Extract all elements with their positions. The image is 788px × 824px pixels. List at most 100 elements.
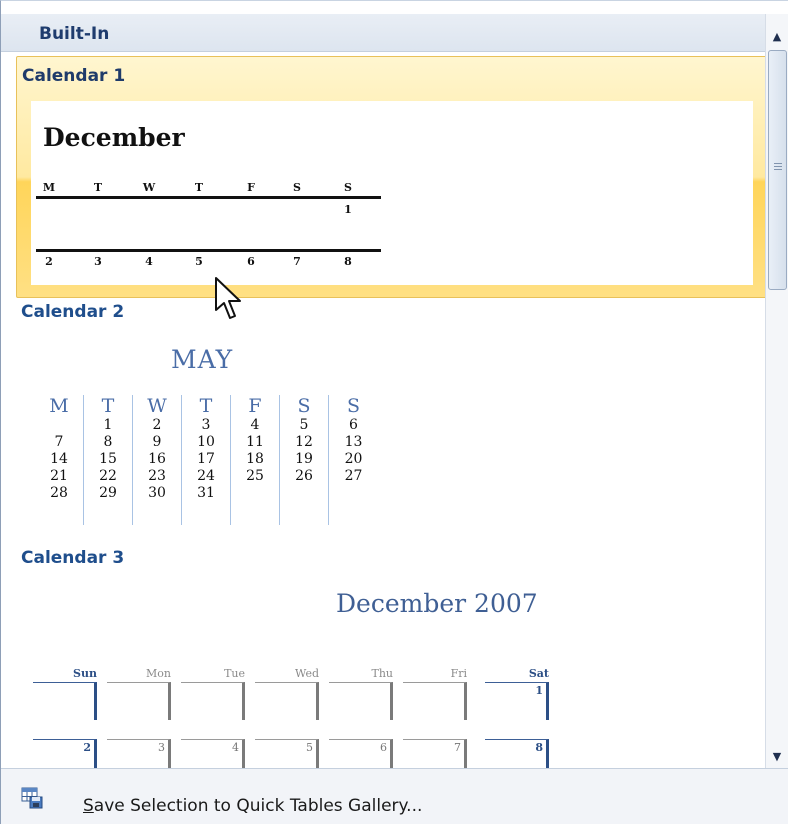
calendar-2-month: MAY bbox=[171, 345, 234, 374]
calendar-3-day-cell: 2 bbox=[33, 739, 97, 768]
calendar-2-date: 22 bbox=[99, 468, 117, 484]
calendar-3-date: 4 bbox=[232, 741, 239, 754]
calendar-2-date: 18 bbox=[246, 451, 264, 467]
calendar-1-date: 5 bbox=[195, 255, 203, 268]
calendar-3-day-cell: 4 bbox=[181, 739, 245, 768]
calendar-2-date: 16 bbox=[148, 451, 166, 467]
calendar-2-date: 17 bbox=[197, 451, 215, 467]
calendar-2-date: 12 bbox=[295, 434, 313, 450]
gallery-item-calendar-3[interactable]: December 2007 Sun 2 Mon 3 Tue 4 Wed 5 Thu 6 Fri 7 Sa… bbox=[29, 581, 751, 768]
calendar-3-date: 2 bbox=[83, 741, 91, 754]
calendar-2-date bbox=[231, 485, 279, 502]
calendar-2-date bbox=[280, 485, 328, 502]
grip-icon bbox=[774, 163, 782, 171]
calendar-3-day-cell bbox=[181, 682, 245, 720]
gallery-item-calendar-2[interactable]: MAY M 7 14 21 28 T 1 8 15 22 29 W 2 9 16 23 30 T 3 10 17 24 31… bbox=[29, 339, 751, 525]
calendar-1-date: 8 bbox=[344, 255, 352, 268]
scroll-thumb[interactable] bbox=[768, 50, 787, 290]
calendar-2-column: S 5 12 19 26 bbox=[280, 395, 329, 525]
calendar-2-date bbox=[329, 485, 378, 502]
calendar-3-day-cell: 3 bbox=[107, 739, 171, 768]
item-title-calendar-3: Calendar 3 bbox=[21, 548, 125, 568]
calendar-1-weekday: M bbox=[42, 181, 56, 194]
calendar-1-date: 7 bbox=[293, 255, 301, 268]
calendar-2-column: S 6 13 20 27 bbox=[329, 395, 378, 525]
scroll-down-arrow-icon[interactable]: ▼ bbox=[766, 744, 788, 768]
calendar-1-weekday: W bbox=[142, 181, 156, 194]
calendar-2-column: M 7 14 21 28 bbox=[35, 395, 84, 525]
calendar-1-month: December bbox=[43, 123, 185, 152]
calendar-2-date: 7 bbox=[54, 434, 64, 450]
calendar-3-date: 1 bbox=[535, 684, 543, 697]
calendar-3-day-cell bbox=[329, 682, 393, 720]
calendar-1-weekday: S bbox=[344, 181, 352, 194]
calendar-1-weekday: S bbox=[293, 181, 301, 194]
calendar-1-date: 6 bbox=[247, 255, 255, 268]
calendar-1-date: 4 bbox=[145, 255, 153, 268]
calendar-2-column: F 4 11 18 25 bbox=[231, 395, 280, 525]
calendar-2-date: 11 bbox=[246, 434, 264, 450]
calendar-1-date: 1 bbox=[344, 203, 352, 216]
calendar-2-date: 26 bbox=[295, 468, 313, 484]
calendar-2-date: 24 bbox=[197, 468, 215, 484]
calendar-1-rule bbox=[36, 249, 381, 252]
calendar-2-column: T 3 10 17 24 31 bbox=[182, 395, 231, 525]
calendar-2-weekday: T bbox=[101, 395, 115, 417]
calendar-2-date: 27 bbox=[344, 468, 363, 484]
item-title-calendar-2: Calendar 2 bbox=[21, 302, 125, 322]
calendar-3-day-cell: 1 bbox=[485, 682, 549, 720]
vertical-scrollbar[interactable]: ▲ ▼ bbox=[765, 14, 788, 768]
calendar-3-date: 8 bbox=[535, 741, 543, 754]
calendar-2-date: 10 bbox=[197, 434, 215, 450]
calendar-2-date: 5 bbox=[299, 417, 309, 433]
calendar-2-weekday: M bbox=[49, 395, 69, 417]
calendar-2-weekday: F bbox=[248, 395, 262, 417]
calendar-3-weekday: Mon bbox=[146, 667, 171, 680]
calendar-2-weekday: S bbox=[297, 395, 311, 417]
calendar-2-date: 2 bbox=[152, 417, 162, 433]
calendar-2-date bbox=[35, 417, 83, 434]
mouse-pointer-icon bbox=[215, 277, 241, 319]
quick-tables-save-icon bbox=[21, 787, 43, 809]
calendar-2-date: 30 bbox=[148, 485, 166, 501]
calendar-2-column: W 2 9 16 23 30 bbox=[133, 395, 182, 525]
calendar-3-weekday: Wed bbox=[295, 667, 319, 680]
calendar-2-date: 3 bbox=[201, 417, 211, 433]
calendar-2-date: 4 bbox=[250, 417, 260, 433]
calendar-3-weekday: Fri bbox=[450, 667, 467, 680]
calendar-1-preview: December M T W T F S S 1 2 3 4 5 6 7 8 bbox=[31, 101, 753, 285]
calendar-3-weekday: Sat bbox=[528, 667, 549, 680]
calendar-2-date: 15 bbox=[99, 451, 117, 467]
gallery-item-calendar-1[interactable]: Calendar 1 December M T W T F S S 1 2 3 4 5 6 7 8 bbox=[16, 56, 765, 298]
section-header-built-in: Built-In bbox=[1, 14, 765, 52]
calendar-3-day-cell: 6 bbox=[329, 739, 393, 768]
calendar-3-month: December 2007 bbox=[336, 589, 538, 618]
calendar-1-date: 3 bbox=[94, 255, 102, 268]
calendar-1-weekday: T bbox=[194, 181, 204, 194]
calendar-3-day-cell bbox=[255, 682, 319, 720]
calendar-3-date: 3 bbox=[158, 741, 165, 754]
calendar-2-date: 20 bbox=[344, 451, 363, 467]
calendar-3-day-cell bbox=[403, 682, 467, 720]
calendar-1-date: 2 bbox=[45, 255, 53, 268]
calendar-3-date: 7 bbox=[454, 741, 461, 754]
calendar-3-weekday: Sun bbox=[73, 667, 97, 680]
calendar-2-column: T 1 8 15 22 29 bbox=[84, 395, 133, 525]
calendar-2-date: 19 bbox=[295, 451, 313, 467]
scroll-up-arrow-icon[interactable]: ▲ bbox=[766, 24, 788, 48]
calendar-1-weekday: F bbox=[247, 181, 255, 194]
save-selection-menu-item[interactable]: Save Selection to Quick Tables Gallery..… bbox=[1, 768, 788, 824]
calendar-2-weekday: T bbox=[199, 395, 213, 417]
calendar-3-day-cell bbox=[107, 682, 171, 720]
calendar-2-date: 9 bbox=[152, 434, 162, 450]
item-title-calendar-1: Calendar 1 bbox=[22, 66, 126, 86]
calendar-3-date: 6 bbox=[380, 741, 387, 754]
calendar-3-day-cell: 5 bbox=[255, 739, 319, 768]
calendar-3-weekday: Tue bbox=[224, 667, 245, 680]
calendar-3-day-cell bbox=[33, 682, 97, 720]
calendar-2-date: 13 bbox=[344, 434, 363, 450]
calendar-3-day-cell: 8 bbox=[485, 739, 549, 768]
calendar-2-date: 31 bbox=[197, 485, 215, 501]
calendar-1-weekday: T bbox=[93, 181, 103, 194]
calendar-2-date: 23 bbox=[148, 468, 166, 484]
